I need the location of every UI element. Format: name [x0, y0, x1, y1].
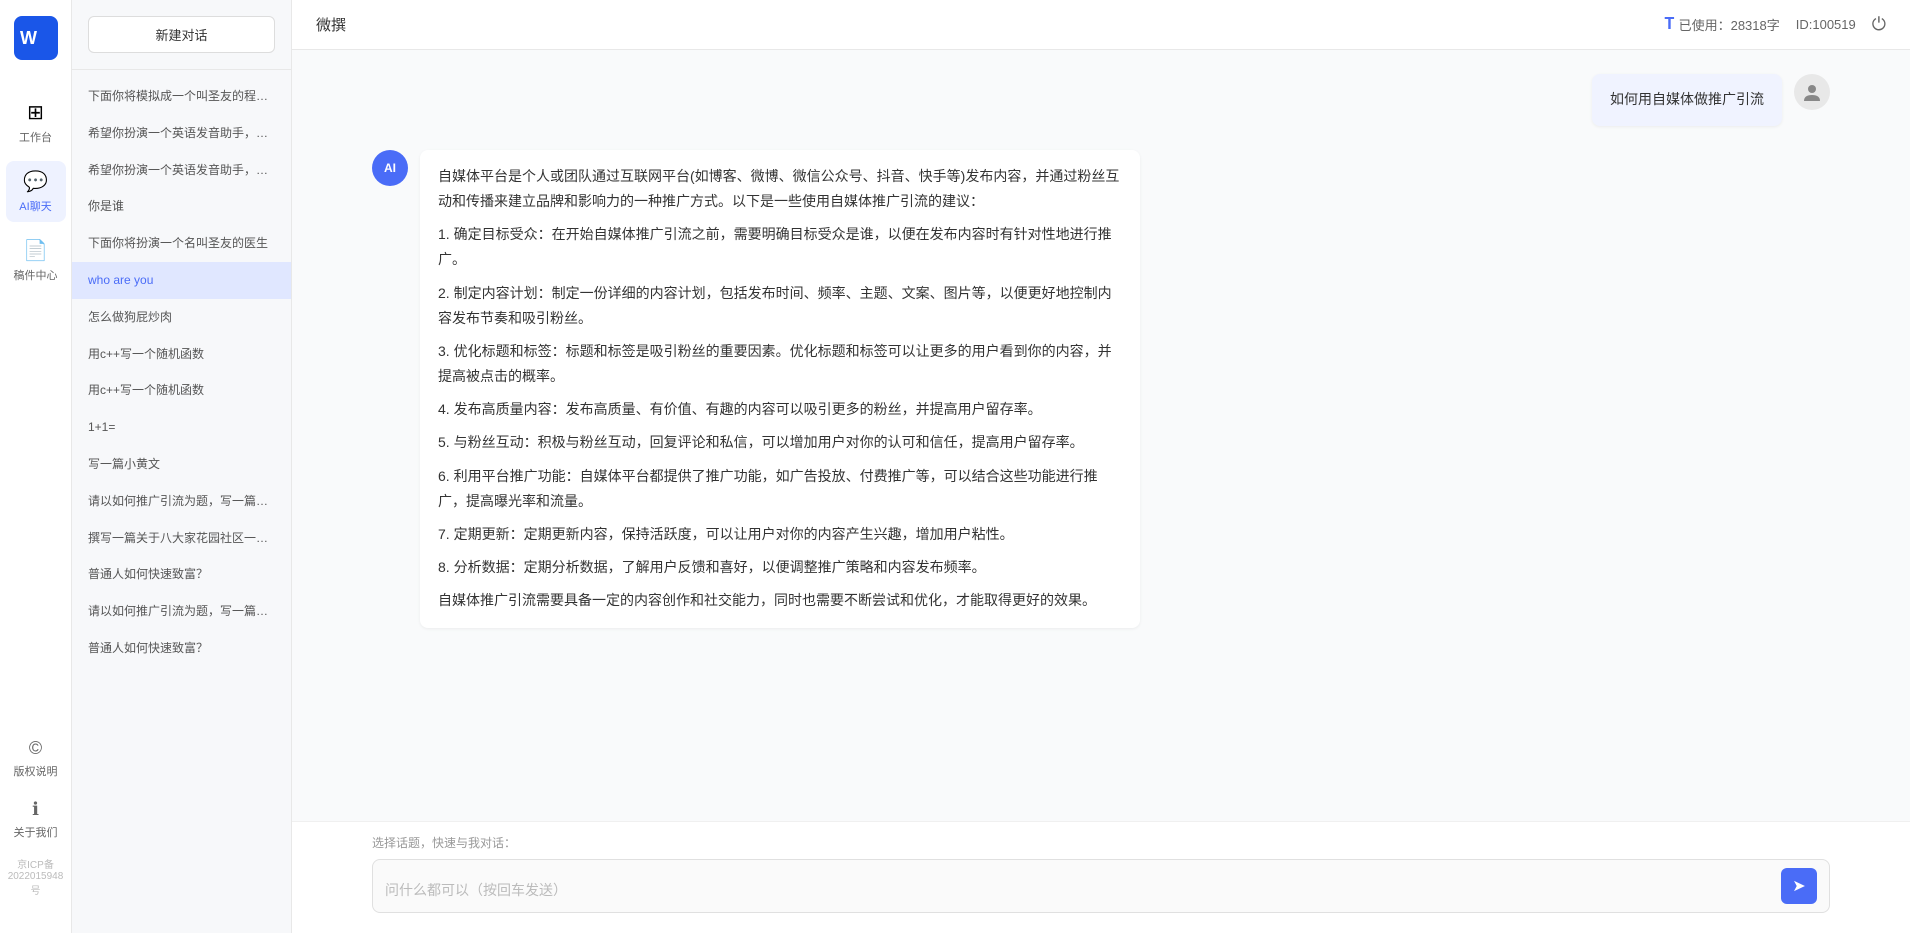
- user-message-bubble: 如何用自媒体做推广引流: [1592, 74, 1782, 126]
- usage-text: 已使用：28318字: [1679, 15, 1780, 34]
- send-button[interactable]: ➤: [1781, 868, 1817, 904]
- ai-message-bubble: 自媒体平台是个人或团队通过互联网平台(如博客、微博、微信公众号、抖音、快手等)发…: [420, 150, 1140, 628]
- main-area: 微撰 𝐓 已使用：28318字 ID:100519 ⏻ 如何用自媒体做推广引流 A…: [292, 0, 1910, 933]
- sidebar-history-item[interactable]: 1+1=: [72, 409, 291, 446]
- sidebar-history-item[interactable]: 请以如何推广引流为题，写一篇大纲: [72, 593, 291, 630]
- send-icon: ➤: [1792, 876, 1805, 896]
- sidebar-history-item[interactable]: 普通人如何快速致富？: [72, 630, 291, 667]
- sidebar-history-item[interactable]: 用c++写一个随机函数: [72, 372, 291, 409]
- ai-avatar: AI: [372, 150, 408, 186]
- nav-items: ⊞ 工作台 💬 AI聊天 📄 稿件中心: [6, 92, 66, 730]
- workbench-icon: ⊞: [27, 100, 44, 125]
- copyright-label: 版权说明: [14, 763, 58, 779]
- left-navigation: W ⊞ 工作台 💬 AI聊天 📄 稿件中心 © 版权说明 ℹ 关于我们 京ICP…: [0, 0, 72, 933]
- usage-icon: 𝐓: [1664, 16, 1674, 34]
- draft-label: 稿件中心: [14, 267, 58, 283]
- sidebar-history-item[interactable]: 普通人如何快速致富？: [72, 556, 291, 593]
- sidebar-history-item[interactable]: 希望你扮演一个英语发音助手，我提供给你...: [72, 115, 291, 152]
- about-icon: ℹ: [32, 799, 39, 820]
- sidebar-history-item[interactable]: 下面你将模拟成一个叫圣友的程序员、我说...: [72, 78, 291, 115]
- user-id: ID:100519: [1796, 17, 1856, 32]
- chat-history-list: 下面你将模拟成一个叫圣友的程序员、我说...希望你扮演一个英语发音助手，我提供给…: [72, 70, 291, 933]
- ai-message-text: 自媒体平台是个人或团队通过互联网平台(如博客、微博、微信公众号、抖音、快手等)发…: [438, 164, 1122, 614]
- copyright-item[interactable]: © 版权说明: [6, 730, 66, 787]
- logout-button[interactable]: ⏻: [1872, 14, 1886, 35]
- draft-icon: 📄: [23, 238, 48, 263]
- sidebar-history-item[interactable]: who are you: [72, 262, 291, 299]
- message-row: 如何用自媒体做推广引流: [372, 74, 1830, 126]
- sidebar-history-item[interactable]: 撰写一篇关于八大家花园社区一刻钟便民生...: [72, 520, 291, 557]
- about-label: 关于我们: [14, 824, 58, 840]
- sidebar-item-draft[interactable]: 📄 稿件中心: [6, 230, 66, 291]
- usage-info: 𝐓 已使用：28318字: [1664, 15, 1779, 34]
- sidebar-history-item[interactable]: 写一篇小黄文: [72, 446, 291, 483]
- copyright-icon: ©: [29, 738, 42, 759]
- sidebar-history-item[interactable]: 请以如何推广引流为题，写一篇大纲: [72, 483, 291, 520]
- sidebar-item-ai-chat[interactable]: 💬 AI聊天: [6, 161, 66, 222]
- page-title: 微撰: [316, 14, 346, 35]
- sidebar-history-item[interactable]: 你是谁: [72, 188, 291, 225]
- workbench-label: 工作台: [19, 129, 52, 145]
- chat-area: 如何用自媒体做推广引流 AI 自媒体平台是个人或团队通过互联网平台(如博客、微博、微…: [292, 50, 1910, 821]
- message-row: AI 自媒体平台是个人或团队通过互联网平台(如博客、微博、微信公众号、抖音、快手等…: [372, 150, 1830, 628]
- ai-chat-icon: 💬: [23, 169, 48, 194]
- svg-text:W: W: [20, 28, 37, 48]
- sidebar-header: 新建对话: [72, 0, 291, 70]
- logo-area: W: [14, 16, 58, 60]
- sidebar-item-workbench[interactable]: ⊞ 工作台: [6, 92, 66, 153]
- sidebar-history-item[interactable]: 下面你将扮演一个名叫圣友的医生: [72, 225, 291, 262]
- sidebar-history-item[interactable]: 用c++写一个随机函数: [72, 336, 291, 373]
- sidebar-history-item[interactable]: 希望你扮演一个英语发音助手，我提供给你...: [72, 152, 291, 189]
- input-wrapper: ➤: [372, 859, 1830, 913]
- input-area: 选择话题，快速与我对话： ➤: [292, 821, 1910, 933]
- ai-chat-label: AI聊天: [19, 198, 51, 214]
- top-header: 微撰 𝐓 已使用：28318字 ID:100519 ⏻: [292, 0, 1910, 50]
- icp-text: 京ICP备2022015948号: [0, 852, 71, 901]
- header-right: 𝐓 已使用：28318字 ID:100519 ⏻: [1664, 14, 1886, 35]
- chat-sidebar: 新建对话 下面你将模拟成一个叫圣友的程序员、我说...希望你扮演一个英语发音助手…: [72, 0, 292, 933]
- app-logo: W: [14, 16, 58, 60]
- about-item[interactable]: ℹ 关于我们: [6, 791, 66, 848]
- sidebar-history-item[interactable]: 怎么做狗屁炒肉: [72, 299, 291, 336]
- chat-input[interactable]: [385, 880, 1773, 904]
- new-chat-button[interactable]: 新建对话: [88, 16, 275, 53]
- quick-topics-label: 选择话题，快速与我对话：: [372, 834, 1830, 851]
- user-avatar: [1794, 74, 1830, 110]
- nav-bottom: © 版权说明 ℹ 关于我们 京ICP备2022015948号: [0, 730, 71, 917]
